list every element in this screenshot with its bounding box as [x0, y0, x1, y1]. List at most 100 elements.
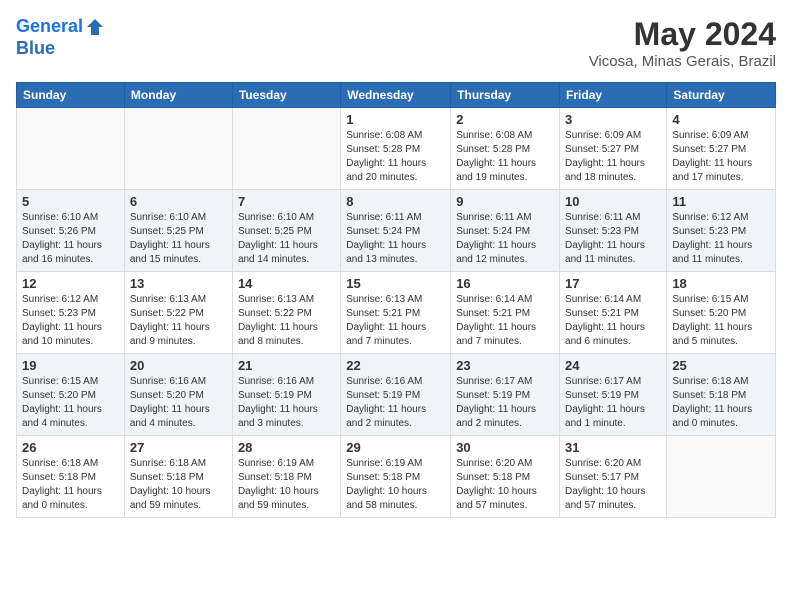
day-info: Sunrise: 6:18 AM Sunset: 5:18 PM Dayligh… [22, 457, 119, 513]
day-number: 12 [22, 276, 119, 291]
calendar-week-row: 5 Sunrise: 6:10 AM Sunset: 5:26 PM Daylig… [17, 190, 776, 272]
day-info: Sunrise: 6:15 AM Sunset: 5:20 PM Dayligh… [22, 375, 119, 431]
calendar-day-cell: 16 Sunrise: 6:14 AM Sunset: 5:21 PM Dayli… [451, 272, 560, 354]
day-number: 21 [238, 358, 335, 373]
day-info: Sunrise: 6:18 AM Sunset: 5:18 PM Dayligh… [672, 375, 770, 431]
weekday-header: Wednesday [341, 83, 451, 108]
calendar-day-cell [17, 108, 125, 190]
calendar-day-cell: 10 Sunrise: 6:11 AM Sunset: 5:23 PM Dayli… [560, 190, 667, 272]
logo-icon [85, 17, 105, 37]
day-number: 23 [456, 358, 554, 373]
day-info: Sunrise: 6:17 AM Sunset: 5:19 PM Dayligh… [456, 375, 554, 431]
day-info: Sunrise: 6:14 AM Sunset: 5:21 PM Dayligh… [456, 293, 554, 349]
calendar-day-cell: 29 Sunrise: 6:19 AM Sunset: 5:18 PM Dayli… [341, 436, 451, 518]
day-info: Sunrise: 6:13 AM Sunset: 5:21 PM Dayligh… [346, 293, 445, 349]
day-info: Sunrise: 6:19 AM Sunset: 5:18 PM Dayligh… [238, 457, 335, 513]
day-info: Sunrise: 6:10 AM Sunset: 5:25 PM Dayligh… [130, 211, 227, 267]
day-info: Sunrise: 6:11 AM Sunset: 5:23 PM Dayligh… [565, 211, 661, 267]
title-block: May 2024 Vicosa, Minas Gerais, Brazil [589, 16, 776, 70]
day-info: Sunrise: 6:12 AM Sunset: 5:23 PM Dayligh… [672, 211, 770, 267]
calendar-header-row: SundayMondayTuesdayWednesdayThursdayFrid… [17, 83, 776, 108]
calendar-day-cell: 25 Sunrise: 6:18 AM Sunset: 5:18 PM Dayli… [667, 354, 776, 436]
calendar-day-cell: 28 Sunrise: 6:19 AM Sunset: 5:18 PM Dayli… [232, 436, 340, 518]
calendar-day-cell: 6 Sunrise: 6:10 AM Sunset: 5:25 PM Daylig… [124, 190, 232, 272]
day-info: Sunrise: 6:20 AM Sunset: 5:18 PM Dayligh… [456, 457, 554, 513]
calendar-day-cell: 13 Sunrise: 6:13 AM Sunset: 5:22 PM Dayli… [124, 272, 232, 354]
calendar-day-cell: 23 Sunrise: 6:17 AM Sunset: 5:19 PM Dayli… [451, 354, 560, 436]
calendar-day-cell: 30 Sunrise: 6:20 AM Sunset: 5:18 PM Dayli… [451, 436, 560, 518]
calendar-day-cell: 14Sunrise: 6:13 AM Sunset: 5:22 PM Dayli… [232, 272, 340, 354]
day-number: 20 [130, 358, 227, 373]
day-info: Sunrise: 6:19 AM Sunset: 5:18 PM Dayligh… [346, 457, 445, 513]
day-info: Sunrise: 6:16 AM Sunset: 5:20 PM Dayligh… [130, 375, 227, 431]
calendar-day-cell: 26 Sunrise: 6:18 AM Sunset: 5:18 PM Dayli… [17, 436, 125, 518]
calendar-week-row: 26 Sunrise: 6:18 AM Sunset: 5:18 PM Dayli… [17, 436, 776, 518]
day-number: 25 [672, 358, 770, 373]
day-number: 31 [565, 440, 661, 455]
logo-blue-text: Blue [16, 38, 105, 60]
day-info: Sunrise: 6:10 AM Sunset: 5:25 PM Dayligh… [238, 211, 335, 267]
day-number: 10 [565, 194, 661, 209]
day-number: 28 [238, 440, 335, 455]
calendar-day-cell: 12Sunrise: 6:12 AM Sunset: 5:23 PM Dayli… [17, 272, 125, 354]
day-number: 19 [22, 358, 119, 373]
calendar-day-cell: 2 Sunrise: 6:08 AM Sunset: 5:28 PM Daylig… [451, 108, 560, 190]
calendar-day-cell: 22Sunrise: 6:16 AM Sunset: 5:19 PM Dayli… [341, 354, 451, 436]
calendar-day-cell: 20 Sunrise: 6:16 AM Sunset: 5:20 PM Dayli… [124, 354, 232, 436]
day-info: Sunrise: 6:09 AM Sunset: 5:27 PM Dayligh… [672, 129, 770, 185]
calendar-day-cell: 24 Sunrise: 6:17 AM Sunset: 5:19 PM Dayli… [560, 354, 667, 436]
day-info: Sunrise: 6:18 AM Sunset: 5:18 PM Dayligh… [130, 457, 227, 513]
day-number: 29 [346, 440, 445, 455]
calendar-day-cell: 9Sunrise: 6:11 AM Sunset: 5:24 PM Daylig… [451, 190, 560, 272]
day-number: 22 [346, 358, 445, 373]
page-header: General Blue May 2024 Vicosa, Minas Gera… [16, 16, 776, 70]
day-info: Sunrise: 6:10 AM Sunset: 5:26 PM Dayligh… [22, 211, 119, 267]
calendar-day-cell: 5 Sunrise: 6:10 AM Sunset: 5:26 PM Daylig… [17, 190, 125, 272]
day-number: 3 [565, 112, 661, 127]
day-info: Sunrise: 6:20 AM Sunset: 5:17 PM Dayligh… [565, 457, 661, 513]
calendar-day-cell: 18 Sunrise: 6:15 AM Sunset: 5:20 PM Dayli… [667, 272, 776, 354]
calendar-day-cell: 11 Sunrise: 6:12 AM Sunset: 5:23 PM Dayli… [667, 190, 776, 272]
day-number: 24 [565, 358, 661, 373]
day-info: Sunrise: 6:13 AM Sunset: 5:22 PM Dayligh… [238, 293, 335, 349]
calendar-day-cell: 21Sunrise: 6:16 AM Sunset: 5:19 PM Dayli… [232, 354, 340, 436]
weekday-header: Tuesday [232, 83, 340, 108]
weekday-header: Monday [124, 83, 232, 108]
day-number: 6 [130, 194, 227, 209]
calendar-day-cell: 1Sunrise: 6:08 AM Sunset: 5:28 PM Daylig… [341, 108, 451, 190]
calendar-day-cell: 15Sunrise: 6:13 AM Sunset: 5:21 PM Dayli… [341, 272, 451, 354]
day-number: 13 [130, 276, 227, 291]
location-title: Vicosa, Minas Gerais, Brazil [589, 53, 776, 70]
calendar-week-row: 1Sunrise: 6:08 AM Sunset: 5:28 PM Daylig… [17, 108, 776, 190]
day-number: 30 [456, 440, 554, 455]
calendar-week-row: 19 Sunrise: 6:15 AM Sunset: 5:20 PM Dayli… [17, 354, 776, 436]
day-info: Sunrise: 6:13 AM Sunset: 5:22 PM Dayligh… [130, 293, 227, 349]
day-info: Sunrise: 6:14 AM Sunset: 5:21 PM Dayligh… [565, 293, 661, 349]
calendar-day-cell: 27Sunrise: 6:18 AM Sunset: 5:18 PM Dayli… [124, 436, 232, 518]
day-number: 11 [672, 194, 770, 209]
day-number: 2 [456, 112, 554, 127]
day-number: 5 [22, 194, 119, 209]
logo: General Blue [16, 16, 105, 59]
month-title: May 2024 [589, 16, 776, 53]
day-number: 26 [22, 440, 119, 455]
calendar-day-cell: 17 Sunrise: 6:14 AM Sunset: 5:21 PM Dayli… [560, 272, 667, 354]
calendar-day-cell: 19 Sunrise: 6:15 AM Sunset: 5:20 PM Dayli… [17, 354, 125, 436]
day-info: Sunrise: 6:09 AM Sunset: 5:27 PM Dayligh… [565, 129, 661, 185]
day-info: Sunrise: 6:17 AM Sunset: 5:19 PM Dayligh… [565, 375, 661, 431]
day-info: Sunrise: 6:15 AM Sunset: 5:20 PM Dayligh… [672, 293, 770, 349]
calendar-day-cell: 7 Sunrise: 6:10 AM Sunset: 5:25 PM Daylig… [232, 190, 340, 272]
weekday-header: Thursday [451, 83, 560, 108]
weekday-header: Sunday [17, 83, 125, 108]
day-number: 18 [672, 276, 770, 291]
calendar-day-cell: 8Sunrise: 6:11 AM Sunset: 5:24 PM Daylig… [341, 190, 451, 272]
day-number: 4 [672, 112, 770, 127]
day-number: 7 [238, 194, 335, 209]
calendar-day-cell [667, 436, 776, 518]
calendar-week-row: 12Sunrise: 6:12 AM Sunset: 5:23 PM Dayli… [17, 272, 776, 354]
day-info: Sunrise: 6:08 AM Sunset: 5:28 PM Dayligh… [456, 129, 554, 185]
day-number: 17 [565, 276, 661, 291]
day-info: Sunrise: 6:08 AM Sunset: 5:28 PM Dayligh… [346, 129, 445, 185]
calendar-day-cell: 31 Sunrise: 6:20 AM Sunset: 5:17 PM Dayli… [560, 436, 667, 518]
day-number: 16 [456, 276, 554, 291]
